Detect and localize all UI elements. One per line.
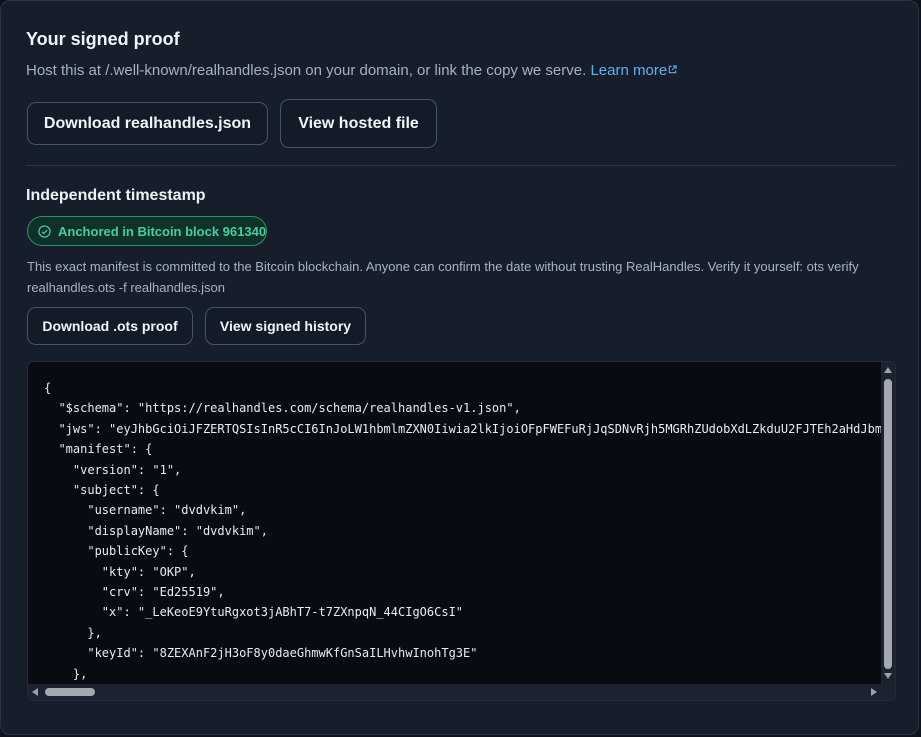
external-link-icon	[668, 65, 677, 74]
badge-label: Anchored in Bitcoin block 961340	[58, 223, 267, 239]
learn-more-link[interactable]: Learn more	[590, 62, 677, 79]
timestamp-description: This exact manifest is committed to the …	[27, 259, 859, 295]
scroll-right-arrow-icon[interactable]	[871, 688, 877, 696]
signed-proof-card: Your signed proof Host this at /.well-kn…	[0, 0, 919, 735]
bitcoin-anchor-badge: Anchored in Bitcoin block 961340	[27, 216, 267, 246]
download-ots-button[interactable]: Download .ots proof	[27, 307, 193, 345]
horizontal-scroll-thumb[interactable]	[45, 688, 95, 696]
download-ots-label: Download .ots proof	[42, 318, 178, 334]
scroll-down-arrow-icon[interactable]	[884, 673, 892, 679]
learn-more-label: Learn more	[590, 62, 668, 79]
view-signed-history-label: View signed history	[219, 318, 352, 334]
horizontal-scrollbar[interactable]	[28, 684, 883, 700]
view-signed-history-button[interactable]: View signed history	[205, 307, 366, 345]
proof-subtitle-text: Host this at /.well-known/realhandles.js…	[26, 62, 587, 79]
vertical-scrollbar[interactable]	[881, 362, 895, 685]
vertical-scroll-thumb[interactable]	[884, 379, 892, 669]
manifest-code-block[interactable]: { "$schema": "https://realhandles.com/sc…	[27, 361, 896, 701]
view-hosted-file-label: View hosted file	[298, 114, 419, 132]
download-json-label: Download realhandles.json	[43, 114, 252, 132]
scrollbar-corner	[881, 684, 895, 700]
check-circle-icon	[38, 224, 51, 238]
section-divider	[26, 165, 897, 166]
scroll-left-arrow-icon[interactable]	[32, 688, 38, 696]
manifest-json: { "$schema": "https://realhandles.com/sc…	[44, 381, 883, 681]
download-json-button[interactable]: Download realhandles.json	[27, 102, 268, 145]
proof-subtitle: Host this at /.well-known/realhandles.js…	[26, 62, 677, 79]
scroll-up-arrow-icon[interactable]	[884, 367, 892, 373]
view-hosted-file-button[interactable]: View hosted file	[280, 99, 437, 148]
timestamp-title: Independent timestamp	[26, 187, 206, 204]
proof-title: Your signed proof	[26, 29, 180, 49]
